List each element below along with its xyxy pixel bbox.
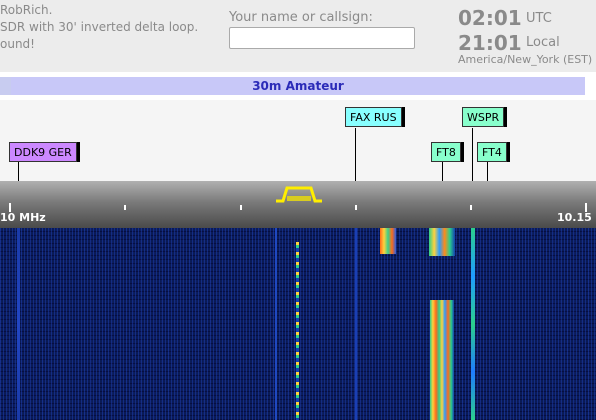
- top-bar: RobRich. SDR with 30' inverted delta loo…: [0, 0, 596, 72]
- band-row: 30m Amateur: [0, 72, 596, 100]
- band-bar[interactable]: 30m Amateur: [11, 77, 585, 95]
- station-label-fax-rus[interactable]: FAX RUS: [345, 107, 402, 127]
- waterfall-signal: [429, 228, 455, 256]
- scale-tick: [124, 205, 126, 210]
- station-label-ddk9[interactable]: DDK9 GER: [9, 142, 77, 162]
- utc-label: UTC: [526, 11, 552, 26]
- label-line: [355, 128, 356, 181]
- description-line: RobRich.: [0, 3, 53, 17]
- utc-time: 02:01: [458, 6, 522, 30]
- band-edge: [0, 77, 11, 95]
- passband-marker[interactable]: [273, 184, 325, 204]
- label-line: [442, 162, 443, 181]
- local-label: Local: [526, 35, 560, 50]
- label-line: [487, 162, 488, 181]
- station-label-ft4[interactable]: FT4: [477, 142, 507, 162]
- waterfall-signal: [17, 228, 20, 420]
- frequency-scale[interactable]: 10 MHz 10.15 M: [0, 181, 596, 228]
- station-labels-area: DDK9 GER FAX RUS FT8 WSPR FT4: [0, 100, 596, 181]
- description-line: SDR with 30' inverted delta loop.: [0, 20, 199, 34]
- label-line: [472, 128, 473, 181]
- receiver-description: RobRich. SDR with 30' inverted delta loo…: [0, 2, 215, 53]
- scale-tick: [240, 205, 242, 210]
- label-line: [18, 162, 19, 181]
- name-label: Your name or callsign:: [229, 10, 373, 25]
- local-time: 21:01: [458, 31, 522, 55]
- waterfall-signal: [275, 228, 277, 420]
- waterfall-signal: [296, 242, 299, 420]
- waterfall-signal: [355, 228, 357, 420]
- waterfall-signal: [471, 228, 475, 420]
- waterfall-signal: [380, 228, 396, 254]
- station-label-wspr[interactable]: WSPR: [462, 107, 505, 127]
- description-line: ound!: [0, 37, 35, 51]
- timezone: America/New_York (EST): [458, 53, 593, 66]
- station-label-ft8[interactable]: FT8: [431, 142, 461, 162]
- scale-end-label: 10.15 M: [557, 211, 596, 224]
- scale-tick: [355, 205, 357, 210]
- waterfall-display[interactable]: [0, 228, 596, 420]
- waterfall-signal: [430, 300, 454, 420]
- scale-tick: [470, 205, 472, 210]
- scale-start-label: 10 MHz: [0, 211, 46, 224]
- callsign-input[interactable]: [229, 27, 415, 49]
